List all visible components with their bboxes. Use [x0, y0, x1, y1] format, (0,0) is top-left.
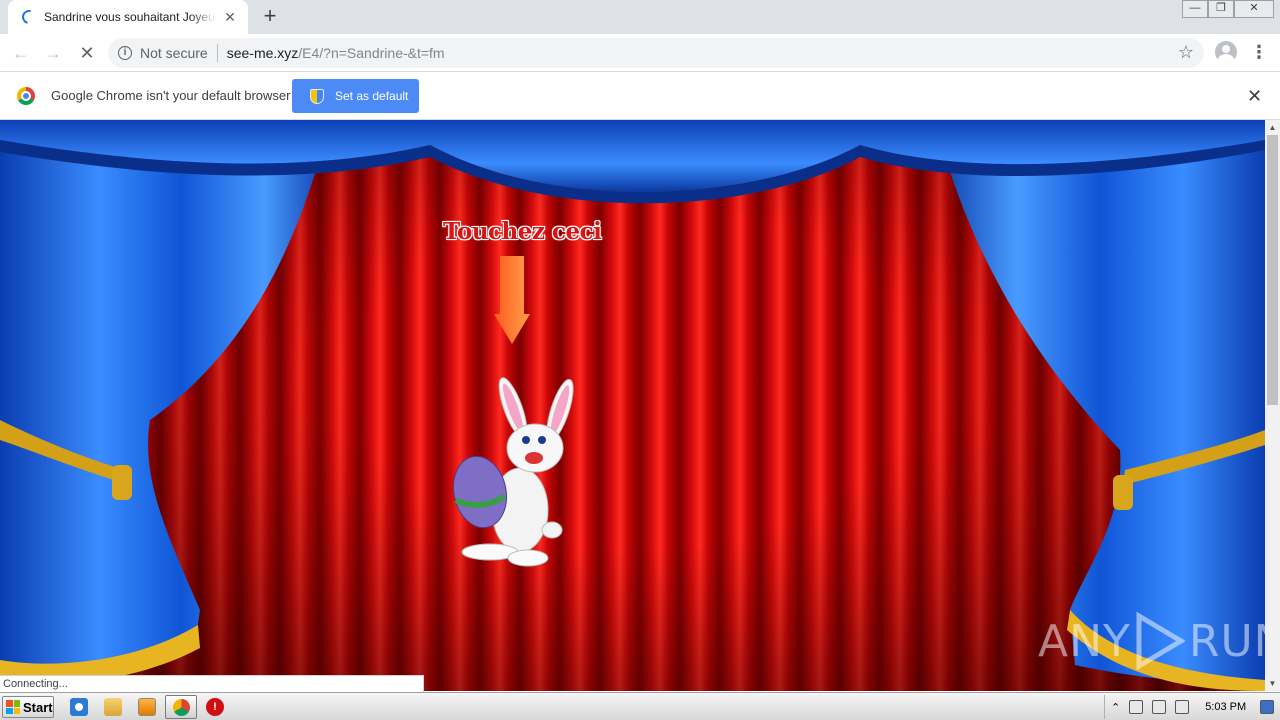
chrome-icon	[173, 699, 190, 716]
vertical-scrollbar[interactable]: ▲ ▼	[1265, 120, 1280, 691]
url-path: /E4/?n=Sandrine-&t=fm	[298, 45, 445, 61]
start-button[interactable]: Start	[2, 696, 54, 718]
play-icon	[1136, 612, 1185, 670]
ie-icon[interactable]	[70, 698, 88, 716]
back-button[interactable]: ←	[8, 40, 34, 66]
url-host: see-me.xyz	[226, 45, 299, 61]
watermark-text-right: RUN	[1188, 615, 1265, 667]
tab-title: Sandrine vous souhaitant Joyeuses P	[44, 10, 216, 24]
arrow-down-icon	[494, 256, 530, 344]
infobar-message: Google Chrome isn't your default browser	[51, 88, 291, 103]
info-icon[interactable]: i	[118, 46, 132, 60]
flag-icon[interactable]	[1175, 700, 1190, 714]
system-tray: ⌃ 5:03 PM	[1104, 695, 1280, 719]
alert-icon[interactable]: !	[206, 698, 224, 716]
bunny-image[interactable]	[440, 370, 590, 570]
touch-here-heading[interactable]: Touchez ceci	[443, 218, 602, 245]
start-label: Start	[23, 699, 53, 715]
clock[interactable]: 5:03 PM	[1205, 701, 1246, 713]
chrome-taskbar-button[interactable]	[165, 695, 197, 719]
set-as-default-button[interactable]: Set as default	[292, 79, 419, 113]
tab-close-button[interactable]: ✕	[222, 9, 238, 26]
default-browser-infobar: Google Chrome isn't your default browser…	[0, 72, 1280, 120]
network-icon[interactable]	[1129, 700, 1144, 714]
browser-tab[interactable]: Sandrine vous souhaitant Joyeuses P ✕	[8, 0, 248, 34]
tab-strip: Sandrine vous souhaitant Joyeuses P ✕ + …	[0, 0, 1280, 34]
address-bar[interactable]: i Not secure see-me.xyz /E4/?n=Sandrine-…	[108, 38, 1204, 68]
security-label[interactable]: Not secure	[140, 45, 208, 61]
windows-flag-icon	[6, 700, 20, 714]
separator	[216, 44, 218, 62]
page-content: Touchez ceci ANY RUN	[0, 120, 1265, 691]
shield-icon	[310, 88, 324, 104]
anyrun-watermark: ANY RUN	[1038, 612, 1265, 670]
chrome-logo-icon	[17, 87, 35, 105]
new-tab-button[interactable]: +	[258, 5, 282, 29]
restore-button[interactable]: ❐	[1208, 0, 1234, 18]
loading-spinner-icon	[19, 7, 39, 27]
watermark-text-left: ANY	[1038, 615, 1131, 667]
infobar-close-button[interactable]: ✕	[1247, 86, 1262, 107]
volume-icon[interactable]	[1152, 700, 1167, 714]
avatar-icon[interactable]	[1215, 41, 1237, 63]
window-close-button[interactable]: ✕	[1234, 0, 1274, 18]
forward-button[interactable]: →	[40, 40, 66, 66]
curtain-valance	[0, 120, 1265, 204]
minimize-button[interactable]: —	[1182, 0, 1208, 18]
media-player-icon[interactable]	[138, 698, 156, 716]
scroll-down-button[interactable]: ▼	[1265, 676, 1280, 691]
stop-loading-button[interactable]: ✕	[74, 40, 100, 66]
status-bubble: Connecting...	[0, 675, 424, 692]
set-as-default-label: Set as default	[335, 89, 409, 103]
star-icon[interactable]: ☆	[1178, 42, 1194, 63]
show-desktop-icon[interactable]	[1260, 700, 1275, 714]
scroll-up-button[interactable]: ▲	[1265, 120, 1280, 135]
explorer-icon[interactable]	[104, 698, 122, 716]
scroll-thumb[interactable]	[1267, 135, 1278, 405]
browser-toolbar: ← → ✕ i Not secure see-me.xyz /E4/?n=San…	[0, 34, 1280, 72]
menu-button[interactable]: ⋮	[1250, 42, 1268, 62]
windows-taskbar: Start ! ⌃ 5:03 PM	[0, 692, 1280, 720]
tray-expand-button[interactable]: ⌃	[1111, 701, 1120, 714]
